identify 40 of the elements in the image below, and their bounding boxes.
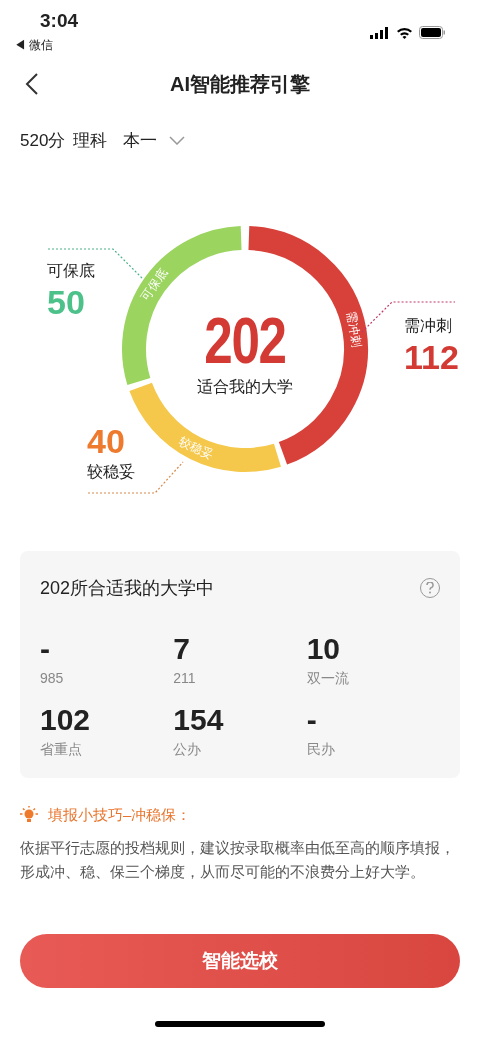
category-label: 需冲刺 <box>404 315 453 336</box>
signal-icon <box>370 26 390 39</box>
category-count: 50 <box>47 282 86 321</box>
help-icon <box>426 582 434 594</box>
stat-value: 154 <box>173 702 225 737</box>
smart-select-button[interactable]: 智能选校 <box>20 934 460 988</box>
total-count: 202 <box>204 308 286 373</box>
chevron-down-icon <box>169 136 186 146</box>
wifi-icon <box>396 26 413 39</box>
stat-label: 双一流 <box>306 668 350 688</box>
category-label: 可保底 <box>47 260 95 281</box>
stat-value: - <box>40 631 51 666</box>
segment-label: 较稳妥 <box>177 434 216 463</box>
stat-label: 211 <box>173 668 197 688</box>
category-count: 112 <box>404 337 459 376</box>
stat-value: - <box>306 702 318 737</box>
batch-dropdown[interactable]: 本一 <box>123 128 186 154</box>
back-to-app-link[interactable]: ◀ 微信 <box>14 36 79 54</box>
stat-label: 985 <box>40 668 65 688</box>
total-caption: 适合我的大学 <box>197 376 293 397</box>
battery-icon <box>419 26 446 39</box>
stat-value: 102 <box>40 702 92 737</box>
category-label: 较稳妥 <box>87 461 135 482</box>
subject-label: 理科 <box>73 130 108 152</box>
tip-title: 填报小技巧–冲稳保： <box>48 804 192 825</box>
stat-label: 公办 <box>173 739 203 759</box>
lightbulb-icon <box>20 805 38 824</box>
back-icon <box>25 72 39 96</box>
category-count: 40 <box>87 421 126 460</box>
segment-label: 可保底 <box>138 266 171 304</box>
status-time: 3:04 <box>40 10 79 32</box>
stat-label: 省重点 <box>40 739 83 759</box>
card-title: 202所合适我的大学中 <box>40 576 215 600</box>
segment-label: 需冲刺 <box>344 310 365 349</box>
tip-text: 依据平行志愿的投档规则，建议按录取概率由低至高的顺序填报，形成冲、稳、保三个梯度，从而尽可能的不浪费分上好大学。 <box>20 839 456 882</box>
stat-label: 民办 <box>306 739 336 759</box>
stat-value: 10 <box>306 631 342 666</box>
stat-value: 7 <box>173 631 191 666</box>
score-label: 520分 <box>20 130 66 152</box>
page-title: AI智能推荐引擎 <box>170 72 310 97</box>
